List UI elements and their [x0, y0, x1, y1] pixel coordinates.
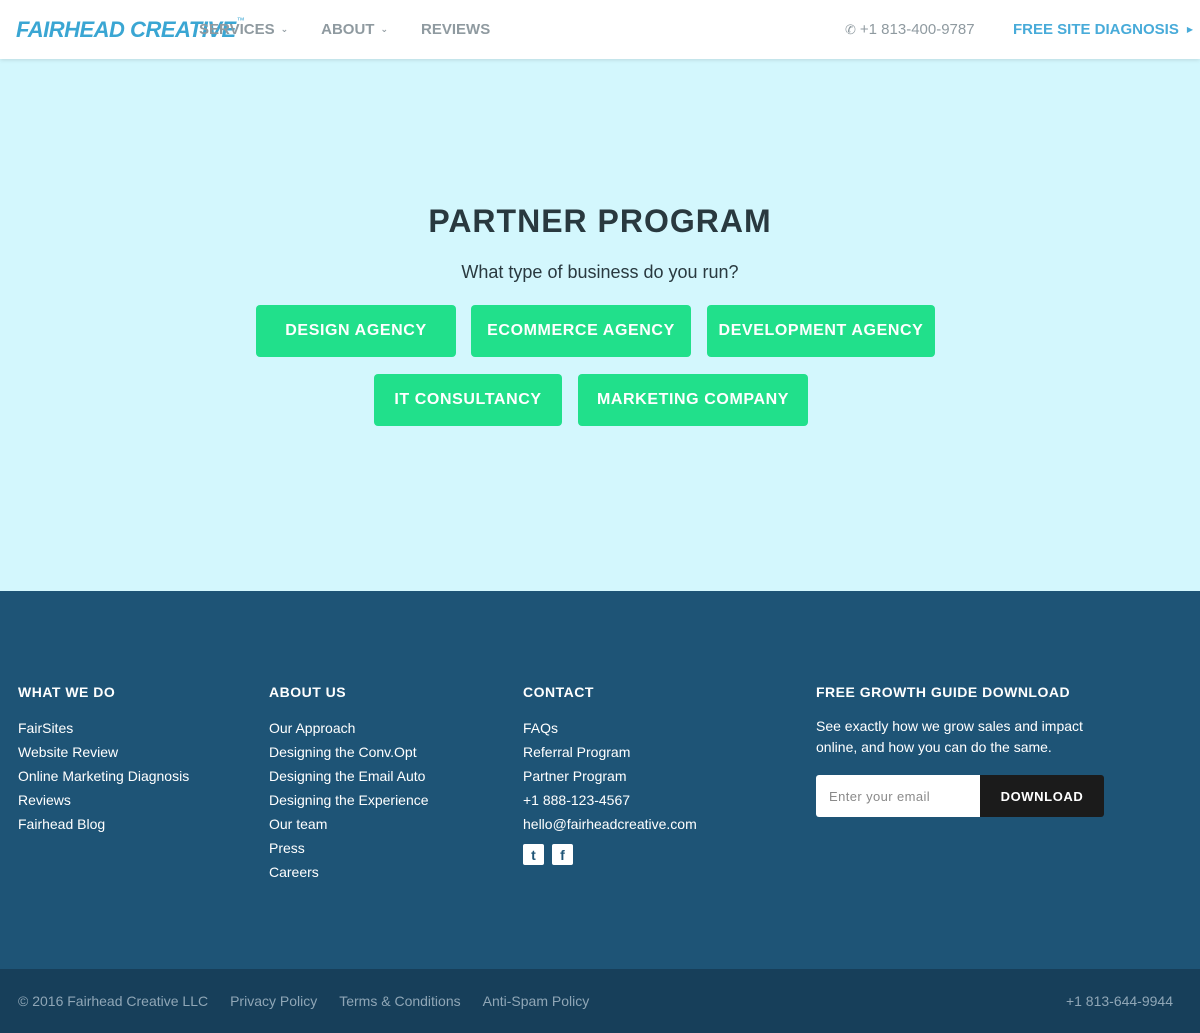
nav-services-label: SERVICES — [199, 21, 275, 38]
twitter-icon[interactable]: t — [523, 844, 544, 865]
header-phone[interactable]: ✆ +1 813-400-9787 — [845, 0, 975, 59]
chevron-down-icon: ⌄ — [380, 24, 389, 34]
footer-heading: ABOUT US — [269, 684, 347, 700]
design-agency-button[interactable]: DESIGN AGENCY — [256, 305, 456, 357]
footer-link-partner-program[interactable]: Partner Program — [523, 764, 697, 788]
social-links: t f — [523, 844, 697, 865]
footer-link-email-auto[interactable]: Designing the Email Auto — [269, 764, 429, 788]
site-header: FAIRHEAD CREATIVE ™ SERVICES ⌄ ABOUT ⌄ R… — [0, 0, 1200, 59]
footer-link-online-marketing-diagnosis[interactable]: Online Marketing Diagnosis — [18, 764, 189, 788]
main-nav: SERVICES ⌄ ABOUT ⌄ REVIEWS — [199, 0, 523, 59]
phone-icon: ✆ — [845, 21, 856, 37]
footer-heading: FREE GROWTH GUIDE DOWNLOAD — [816, 684, 1071, 700]
page-title: PARTNER PROGRAM — [428, 203, 772, 239]
ecommerce-agency-button[interactable]: ECOMMERCE AGENCY — [471, 305, 691, 357]
page-subtitle: What type of business do you run? — [461, 262, 739, 282]
privacy-policy-link[interactable]: Privacy Policy — [230, 993, 317, 1009]
download-form: DOWNLOAD — [816, 775, 1126, 817]
caret-right-icon: ▶ — [1186, 25, 1194, 34]
growth-guide-text: See exactly how we grow sales and impact… — [816, 718, 1083, 755]
footer-about-us: ABOUT US Our Approach Designing the Conv… — [269, 683, 429, 884]
footer-link-careers[interactable]: Careers — [269, 860, 429, 884]
footer-link-fairsites[interactable]: FairSites — [18, 716, 189, 740]
footer-link-press[interactable]: Press — [269, 836, 429, 860]
footer-link-website-review[interactable]: Website Review — [18, 740, 189, 764]
footer-contact: CONTACT FAQs Referral Program Partner Pr… — [523, 683, 697, 865]
chevron-down-icon: ⌄ — [280, 24, 289, 34]
footer-heading: CONTACT — [523, 684, 594, 700]
footer-link-faqs[interactable]: FAQs — [523, 716, 697, 740]
nav-about-label: ABOUT — [321, 21, 375, 38]
hero-section: PARTNER PROGRAM What type of business do… — [0, 59, 1200, 591]
facebook-icon[interactable]: f — [552, 844, 573, 865]
nav-services[interactable]: SERVICES ⌄ — [199, 21, 288, 38]
development-agency-button[interactable]: DEVELOPMENT AGENCY — [707, 305, 935, 357]
footer-link-experience[interactable]: Designing the Experience — [269, 788, 429, 812]
nav-about[interactable]: ABOUT ⌄ — [321, 21, 388, 38]
footer-link-phone[interactable]: +1 888-123-4567 — [523, 788, 697, 812]
footer-link-blog[interactable]: Fairhead Blog — [18, 812, 189, 836]
nav-reviews[interactable]: REVIEWS — [421, 21, 490, 38]
footer-link-our-team[interactable]: Our team — [269, 812, 429, 836]
footer-what-we-do: WHAT WE DO FairSites Website Review Onli… — [18, 683, 189, 836]
site-footer: WHAT WE DO FairSites Website Review Onli… — [0, 591, 1200, 969]
footer-link-our-approach[interactable]: Our Approach — [269, 716, 429, 740]
footer-link-reviews[interactable]: Reviews — [18, 788, 189, 812]
free-site-diagnosis-link[interactable]: FREE SITE DIAGNOSIS ▶ — [1013, 0, 1193, 59]
nav-reviews-label: REVIEWS — [421, 21, 491, 38]
header-phone-number: +1 813-400-9787 — [859, 21, 975, 38]
footer-link-email[interactable]: hello@fairheadcreative.com — [523, 812, 697, 836]
it-consultancy-button[interactable]: IT CONSULTANCY — [374, 374, 562, 426]
anti-spam-link[interactable]: Anti-Spam Policy — [483, 993, 590, 1009]
cta-label: FREE SITE DIAGNOSIS — [1013, 21, 1179, 38]
copyright: © 2016 Fairhead Creative LLC — [18, 993, 209, 1009]
bottom-phone[interactable]: +1 813-644-9944 — [1066, 969, 1173, 1033]
footer-growth-guide: FREE GROWTH GUIDE DOWNLOAD See exactly h… — [816, 683, 1126, 817]
email-field[interactable] — [816, 775, 980, 817]
download-button[interactable]: DOWNLOAD — [980, 775, 1104, 817]
footer-bottom-bar: © 2016 Fairhead Creative LLC Privacy Pol… — [0, 969, 1200, 1033]
marketing-company-button[interactable]: MARKETING COMPANY — [578, 374, 808, 426]
footer-heading: WHAT WE DO — [18, 684, 116, 700]
footer-link-referral-program[interactable]: Referral Program — [523, 740, 697, 764]
footer-link-conv-opt[interactable]: Designing the Conv.Opt — [269, 740, 429, 764]
terms-link[interactable]: Terms & Conditions — [339, 993, 460, 1009]
